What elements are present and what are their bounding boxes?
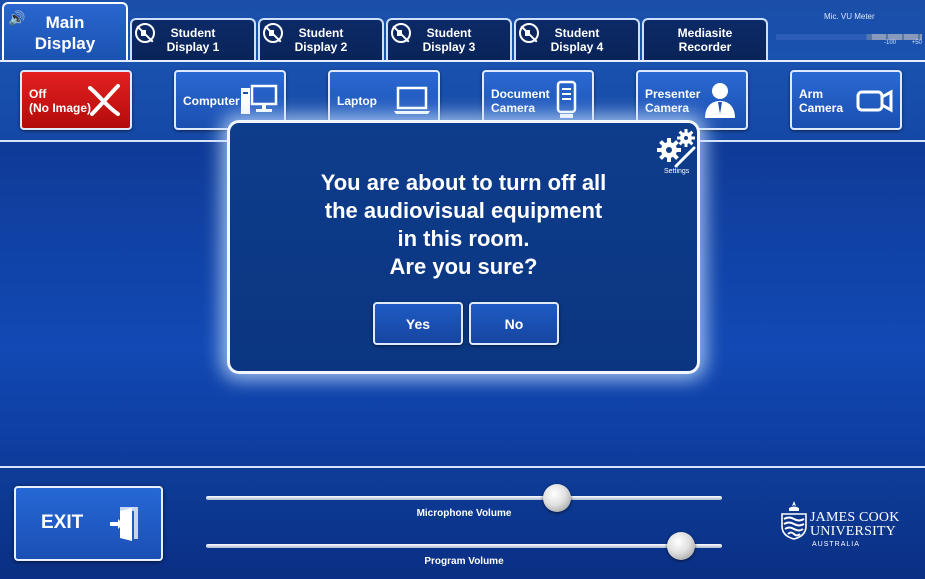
source-label: Arm Camera xyxy=(799,87,844,115)
slider-label: Program Volume xyxy=(424,556,504,567)
tab-student-display-1[interactable]: Student Display 1 xyxy=(130,18,256,60)
yes-button[interactable]: Yes xyxy=(373,302,463,345)
mute-icon xyxy=(519,23,539,43)
source-label: Off (No Image) xyxy=(29,87,92,115)
tab-student-display-4[interactable]: Student Display 4 xyxy=(514,18,640,60)
tab-student-display-3[interactable]: Student Display 3 xyxy=(386,18,512,60)
exit-door-icon xyxy=(110,507,138,541)
vu-tick-min: -100 xyxy=(884,40,897,46)
tab-mediasite-recorder[interactable]: Mediasite Recorder xyxy=(642,18,768,60)
crest-icon xyxy=(781,501,807,540)
university-logo: JAMES COOK UNIVERSITY AUSTRALIA xyxy=(780,498,920,554)
tab-label: Student Display 4 xyxy=(550,26,604,54)
speaker-icon: 🔊 xyxy=(8,10,26,26)
presenter-icon xyxy=(705,83,735,118)
source-label: Presenter Camera xyxy=(645,87,701,115)
no-button[interactable]: No xyxy=(469,302,559,345)
slider-track[interactable] xyxy=(206,496,722,500)
source-label: Computer xyxy=(183,94,240,108)
mute-icon xyxy=(135,23,155,43)
tab-main-display[interactable]: 🔊 Main Display xyxy=(2,2,128,62)
logo-line-2: UNIVERSITY xyxy=(810,524,896,539)
exit-button[interactable]: EXIT xyxy=(14,486,163,561)
source-label: Document Camera xyxy=(491,87,550,115)
tab-label: Student Display 2 xyxy=(294,26,348,54)
document-camera-icon xyxy=(556,80,577,118)
slider-label: Microphone Volume xyxy=(416,508,512,519)
mute-icon xyxy=(263,23,283,43)
red-x-icon xyxy=(88,84,120,116)
tab-label: Student Display 3 xyxy=(422,26,476,54)
tab-label: Mediasite Recorder xyxy=(677,26,733,54)
dialog-message: You are about to turn off all the audiov… xyxy=(320,170,607,279)
laptop-icon xyxy=(394,86,430,114)
source-off-button[interactable]: Off (No Image) xyxy=(20,70,132,130)
logo-line-3: AUSTRALIA xyxy=(812,541,860,548)
display-tabs: 🔊 Main Display Student Display 1 Student… xyxy=(0,0,925,62)
source-label: Laptop xyxy=(337,94,377,108)
tab-label: Student Display 1 xyxy=(166,26,220,54)
gears-icon xyxy=(657,129,696,168)
tab-label: Main Display xyxy=(34,13,96,53)
mute-icon xyxy=(391,23,411,43)
program-volume-slider[interactable]: Program Volume xyxy=(206,532,722,567)
tab-student-display-2[interactable]: Student Display 2 xyxy=(258,18,384,60)
vu-meter-title: Mic. VU Meter xyxy=(824,12,875,21)
exit-label: EXIT xyxy=(41,512,84,533)
microphone-volume-slider[interactable]: Microphone Volume xyxy=(206,484,722,519)
video-camera-icon xyxy=(856,89,893,113)
vu-meter-ticks: -100 +50 xyxy=(884,40,922,46)
source-arm-camera-button[interactable]: Arm Camera xyxy=(790,70,902,130)
desktop-computer-icon xyxy=(241,84,278,114)
mic-vu-meter: Mic. VU Meter -100 +50 xyxy=(776,10,924,50)
power-off-confirm-dialog: Settings You are about to turn off all t… xyxy=(227,120,700,374)
slider-track[interactable] xyxy=(206,544,722,548)
vu-tick-max: +50 xyxy=(911,40,922,46)
